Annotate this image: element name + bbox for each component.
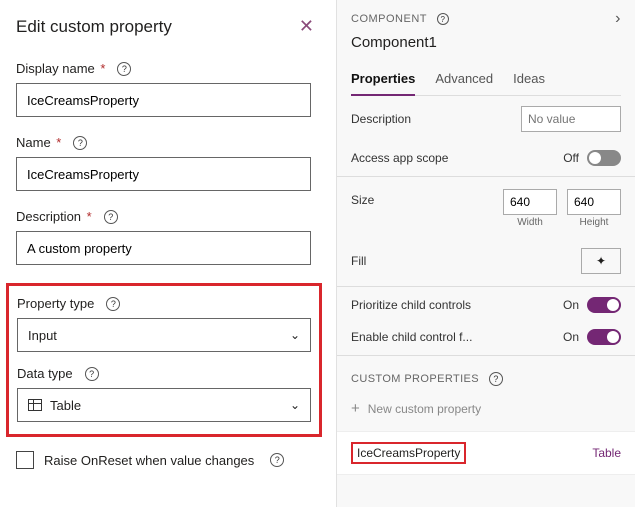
panel-header: Edit custom property ✕: [16, 14, 320, 39]
plus-icon: +: [351, 400, 360, 417]
description-input[interactable]: [16, 231, 311, 265]
prop-enable-child: Enable child control f... On: [337, 321, 635, 353]
field-name: Name * ?: [16, 135, 320, 191]
info-icon[interactable]: ?: [489, 372, 503, 386]
edit-custom-property-panel: Edit custom property ✕ Display name * ? …: [0, 0, 337, 507]
info-icon[interactable]: ?: [437, 13, 449, 25]
data-type-label: Data type: [17, 366, 73, 381]
field-data-type: Data type ? Table ⌄: [17, 366, 311, 422]
prop-prioritize: Prioritize child controls On: [337, 289, 635, 321]
enable-child-state: On: [563, 330, 579, 344]
property-type-value: Input: [28, 328, 57, 343]
fill-label: Fill: [351, 254, 366, 268]
custom-property-type[interactable]: Table: [592, 446, 621, 460]
enable-child-label: Enable child control f...: [351, 330, 472, 344]
new-custom-property-label: New custom property: [368, 402, 481, 416]
description-label: Description *: [16, 209, 92, 224]
tab-advanced[interactable]: Advanced: [435, 65, 493, 95]
info-icon[interactable]: ?: [117, 62, 131, 76]
info-icon[interactable]: ?: [73, 136, 87, 150]
data-type-value: Table: [50, 398, 81, 413]
field-property-type: Property type ? Input ⌄: [17, 296, 311, 352]
raise-onreset-checkbox[interactable]: [16, 451, 34, 469]
tab-ideas[interactable]: Ideas: [513, 65, 545, 95]
prop-access-scope: Access app scope Off: [337, 142, 635, 174]
property-type-label: Property type: [17, 296, 94, 311]
prioritize-label: Prioritize child controls: [351, 298, 471, 312]
panel-title: Edit custom property: [16, 17, 172, 37]
enable-child-toggle[interactable]: [587, 329, 621, 345]
size-label: Size: [351, 193, 374, 207]
width-caption: Width: [517, 217, 543, 228]
name-label: Name *: [16, 135, 61, 150]
raise-onreset-label: Raise OnReset when value changes: [44, 453, 254, 468]
access-scope-state: Off: [563, 151, 579, 165]
prop-description-input[interactable]: [521, 106, 621, 132]
chevron-down-icon: ⌄: [290, 398, 300, 412]
chevron-down-icon: ⌄: [290, 328, 300, 342]
name-input[interactable]: [16, 157, 311, 191]
new-custom-property-button[interactable]: + New custom property: [337, 392, 635, 431]
prioritize-toggle[interactable]: [587, 297, 621, 313]
info-icon[interactable]: ?: [270, 453, 284, 467]
access-scope-label: Access app scope: [351, 151, 448, 165]
info-icon[interactable]: ?: [85, 367, 99, 381]
field-description: Description * ?: [16, 209, 320, 265]
display-name-label: Display name *: [16, 61, 105, 76]
table-icon: [28, 399, 42, 411]
field-display-name: Display name * ?: [16, 61, 320, 117]
highlighted-section: Property type ? Input ⌄ Data type ? Tabl…: [6, 283, 322, 437]
access-scope-toggle[interactable]: [587, 150, 621, 166]
component-section-label: COMPONENT: [351, 13, 427, 25]
raise-onreset-row: Raise OnReset when value changes ?: [16, 451, 320, 469]
close-icon[interactable]: ✕: [293, 14, 320, 39]
tabs: Properties Advanced Ideas: [351, 65, 621, 96]
size-width-input[interactable]: [503, 189, 557, 215]
custom-property-row[interactable]: IceCreamsProperty Table: [337, 431, 635, 475]
size-height-input[interactable]: [567, 189, 621, 215]
custom-property-name: IceCreamsProperty: [351, 442, 466, 464]
info-icon[interactable]: ?: [106, 297, 120, 311]
display-name-input[interactable]: [16, 83, 311, 117]
prop-fill: Fill ✦: [337, 238, 635, 284]
prop-size: Size Width Height: [337, 179, 635, 238]
tab-properties[interactable]: Properties: [351, 65, 415, 96]
custom-properties-section-title: CUSTOM PROPERTIES ?: [337, 358, 635, 392]
chevron-right-icon[interactable]: ›: [615, 10, 621, 28]
fill-color-picker[interactable]: ✦: [581, 248, 621, 274]
info-icon[interactable]: ?: [104, 210, 118, 224]
prioritize-state: On: [563, 298, 579, 312]
prop-description: Description: [337, 96, 635, 142]
prop-description-label: Description: [351, 112, 411, 126]
data-type-select[interactable]: Table ⌄: [17, 388, 311, 422]
component-properties-panel: COMPONENT ? › Component1 Properties Adva…: [337, 0, 635, 507]
component-name: Component1: [351, 34, 621, 51]
height-caption: Height: [580, 217, 609, 228]
property-type-select[interactable]: Input ⌄: [17, 318, 311, 352]
